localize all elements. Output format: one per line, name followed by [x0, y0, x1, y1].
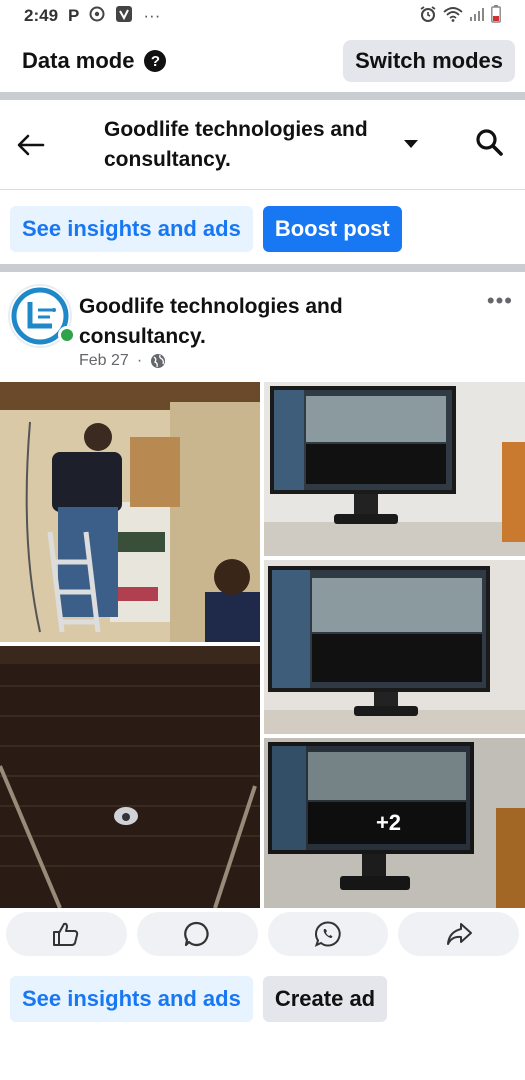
search-icon — [476, 129, 503, 156]
section-divider — [0, 264, 525, 272]
more-notifications-icon: ··· — [143, 6, 161, 25]
battery-icon — [491, 4, 501, 28]
post-date[interactable]: Feb 27 — [79, 352, 129, 370]
photo-nvr-monitor-1[interactable] — [264, 382, 525, 556]
sync-icon — [89, 6, 105, 27]
post-author[interactable]: Goodlife technologies and consultancy. — [79, 292, 379, 352]
ceiling-camera-image — [0, 646, 260, 908]
post-actions-top: See insights and ads Boost post — [10, 206, 402, 252]
photo-installation[interactable] — [0, 382, 260, 642]
share-button[interactable] — [398, 912, 519, 956]
photo-nvr-monitor-2[interactable] — [264, 560, 525, 734]
comment-button[interactable] — [136, 912, 258, 956]
post-actions-bottom: See insights and ads Create ad — [10, 976, 388, 1022]
status-bar: 2:49 P ··· — [0, 0, 525, 32]
page-name-selector[interactable]: Goodlife technologies and consultancy. — [104, 115, 394, 175]
see-insights-button-bottom[interactable]: See insights and ads — [10, 976, 253, 1022]
data-mode-title: Data mode — [22, 48, 135, 73]
more-photos-count: +2 — [375, 810, 402, 835]
page-header: Goodlife technologies and consultancy. — [0, 100, 525, 190]
reaction-bar — [6, 912, 519, 956]
nvr-monitor-image — [264, 560, 525, 734]
more-photos-overlay[interactable]: +2 — [264, 738, 525, 908]
data-mode-bar: Data mode ? Switch modes — [0, 32, 525, 90]
online-status-dot — [58, 326, 76, 344]
create-ad-button[interactable]: Create ad — [262, 976, 388, 1022]
status-time: 2:49 — [24, 6, 59, 25]
vimeo-app-icon — [115, 5, 133, 28]
installation-image — [0, 382, 260, 642]
like-button[interactable] — [6, 912, 127, 956]
search-button[interactable] — [475, 128, 503, 161]
post-options-icon[interactable]: ••• — [487, 288, 513, 314]
nvr-monitor-image — [264, 382, 525, 556]
boost-post-button[interactable]: Boost post — [262, 206, 402, 252]
status-left: 2:49 P ··· — [24, 5, 160, 28]
back-button[interactable] — [0, 134, 62, 156]
post-meta: Feb 27 · — [79, 352, 166, 370]
signal-icon — [469, 6, 485, 27]
photo-ceiling-camera[interactable] — [0, 646, 260, 908]
switch-modes-button[interactable]: Switch modes — [343, 40, 515, 82]
parking-indicator: P — [68, 6, 80, 25]
help-icon[interactable]: ? — [144, 50, 167, 72]
like-icon — [53, 922, 79, 946]
meta-separator: · — [136, 352, 143, 369]
status-right — [419, 4, 501, 28]
back-arrow-icon — [17, 134, 45, 155]
chevron-down-icon[interactable] — [404, 139, 418, 148]
whatsapp-share-button[interactable] — [267, 912, 389, 956]
wifi-icon — [443, 6, 463, 27]
globe-icon — [151, 354, 166, 368]
share-icon — [446, 923, 472, 945]
photo-nvr-monitor-3[interactable]: +2 — [264, 738, 525, 908]
section-divider — [0, 92, 525, 100]
photo-gallery: +2 — [0, 382, 525, 908]
post-header: Goodlife technologies and consultancy. F… — [0, 280, 525, 380]
see-insights-button[interactable]: See insights and ads — [10, 206, 253, 252]
whatsapp-icon — [314, 921, 341, 947]
comment-icon — [184, 921, 209, 947]
alarm-icon — [419, 5, 437, 28]
